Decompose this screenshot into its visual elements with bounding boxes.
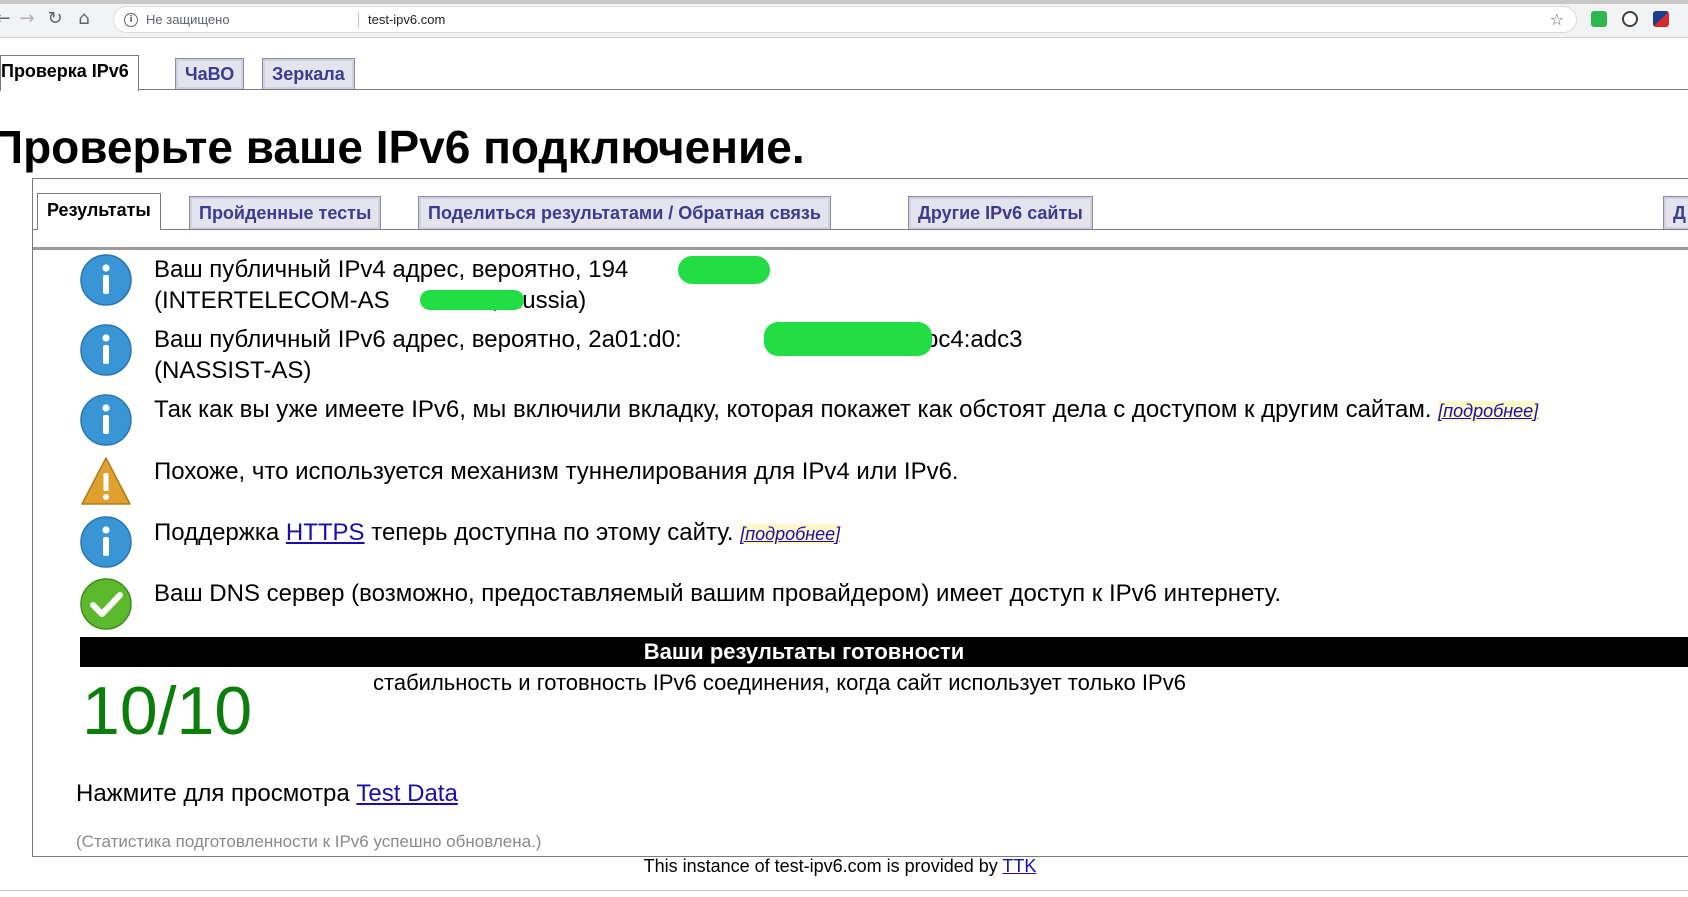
- info-icon: [80, 394, 132, 446]
- page-title: Проверьте ваше IPv6 подключение.: [0, 121, 805, 173]
- warning-icon: [81, 457, 131, 505]
- forward-icon[interactable]: →: [16, 8, 38, 30]
- result-text: Поддержка HTTPS теперь доступна по этому…: [154, 517, 841, 550]
- result-text: Так как вы уже имеете IPv6, мы включили …: [154, 394, 1539, 427]
- redaction-mark: [678, 256, 770, 284]
- stats-note: (Статистика подготовленности к IPv6 успе…: [76, 832, 542, 851]
- tab-share-feedback[interactable]: Поделиться результатами / Обратная связь: [418, 196, 831, 229]
- extension-lock-icon[interactable]: [1622, 11, 1638, 27]
- https-suffix: теперь доступна по этому сайту.: [364, 519, 734, 546]
- https-prefix: Поддержка: [154, 519, 286, 546]
- ipv4-address-text: Ваш публичный IPv4 адрес, вероятно, 194: [154, 256, 629, 283]
- footer: This instance of test-ipv6.com is provid…: [0, 856, 1688, 877]
- test-data-line: Нажмите для просмотра Test Data: [76, 780, 458, 808]
- inner-tab-rule: [33, 247, 1688, 250]
- inner-tab-baseline: [33, 229, 1688, 230]
- tunnel-message: Похоже, что используется механизм туннел…: [154, 458, 959, 485]
- tab-tests-run[interactable]: Пройденные тесты: [189, 196, 382, 229]
- site-info-icon[interactable]: i: [124, 13, 138, 27]
- readiness-score: 10/10: [82, 673, 253, 749]
- address-bar[interactable]: i Не защищено test-ipv6.com ☆: [114, 7, 1576, 32]
- redaction-mark: [764, 322, 932, 356]
- back-icon[interactable]: ←: [0, 8, 14, 30]
- ipv6-provider: (NASSIST-AS): [154, 357, 312, 384]
- test-data-prefix: Нажмите для просмотра: [76, 780, 357, 807]
- dns-message: Ваш DNS сервер (возможно, предоставляемы…: [154, 580, 1282, 607]
- info-icon: [80, 254, 132, 306]
- window-edge: [0, 0, 1688, 4]
- ipv4-address-line: Ваш публичный IPv4 адрес, вероятно, 1949…: [154, 254, 753, 285]
- info-icon: [80, 516, 132, 568]
- bookmark-star-icon[interactable]: ☆: [1550, 7, 1564, 32]
- extension-shield-icon[interactable]: [1591, 11, 1607, 27]
- tab-results[interactable]: Результаты: [37, 193, 161, 230]
- address-separator: [358, 13, 359, 27]
- more-info-link[interactable]: [подробнее]: [740, 524, 841, 544]
- more-info-link[interactable]: [подробнее]: [1438, 401, 1539, 421]
- top-tab-baseline: [0, 89, 1688, 90]
- footer-text: This instance of test-ipv6.com is provid…: [643, 856, 1003, 876]
- redaction-mark: [420, 290, 524, 310]
- checkmark-icon: [80, 578, 132, 630]
- url-text[interactable]: test-ipv6.com: [368, 7, 445, 32]
- readiness-header: Ваши результаты готовности: [80, 637, 1688, 667]
- tab-mirrors[interactable]: Зеркала: [262, 58, 355, 89]
- security-label: Не защищено: [146, 12, 230, 27]
- browser-toolbar: ← → ↻ ⌂ i Не защищено test-ipv6.com ☆: [0, 0, 1688, 38]
- window-bottom-edge: [0, 890, 1688, 891]
- ipv6-tab-message: Так как вы уже имеете IPv6, мы включили …: [154, 396, 1432, 423]
- extension-flag-icon[interactable]: [1653, 11, 1669, 27]
- test-data-link[interactable]: Test Data: [356, 780, 457, 807]
- https-link[interactable]: HTTPS: [286, 519, 365, 546]
- ipv4-provider: (INTERTELECOM-AS: [154, 287, 390, 314]
- home-icon[interactable]: ⌂: [73, 8, 95, 30]
- tab-more[interactable]: Д: [1663, 196, 1688, 229]
- ipv6-address-text: Ваш публичный IPv6 адрес, вероятно, 2a01…: [154, 326, 682, 353]
- tab-other-sites[interactable]: Другие IPv6 сайты: [908, 196, 1093, 229]
- tab-faq[interactable]: ЧаВО: [175, 58, 245, 89]
- tab-ipv6-check[interactable]: Проверка IPv6: [0, 55, 139, 91]
- info-icon: [80, 324, 132, 376]
- footer-provider-link[interactable]: TTK: [1002, 856, 1036, 876]
- readiness-header-text: Ваши результаты готовности: [643, 639, 965, 664]
- reload-icon[interactable]: ↻: [44, 8, 66, 30]
- readiness-description: стабильность и готовность IPv6 соединени…: [373, 670, 1186, 695]
